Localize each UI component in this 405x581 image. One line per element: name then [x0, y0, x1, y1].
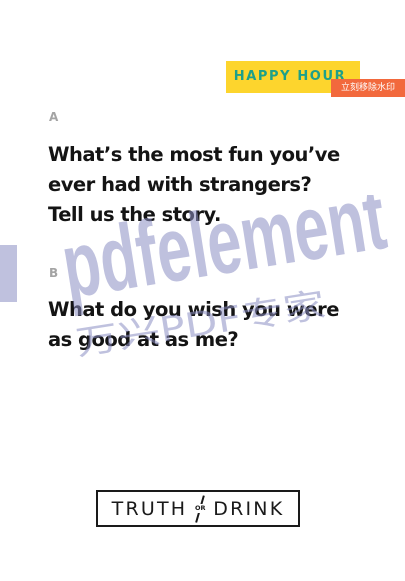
question-b-text: What do you wish you were as good at as … [48, 295, 378, 355]
category-label: HAPPY HOUR [233, 69, 347, 84]
logo-word-drink: DRINK [213, 497, 285, 520]
question-b-letter: B [49, 266, 59, 280]
logo-word-truth: TRUTH [111, 497, 188, 520]
question-a-line-1: What’s the most fun you’ve [48, 143, 340, 166]
question-a-letter: A [49, 110, 59, 124]
truth-or-drink-logo: TRUTH OR DRINK [96, 490, 300, 527]
question-b-line-1: What do you wish you were [48, 298, 339, 321]
question-a-text: What’s the most fun you’ve ever had with… [48, 140, 378, 230]
logo-or: OR [190, 503, 211, 513]
question-a-line-3: Tell us the story. [48, 203, 221, 226]
question-a-line-2: ever had with strangers? [48, 173, 312, 196]
logo-divider: OR [190, 494, 211, 524]
remove-watermark-button[interactable]: 立刻移除水印 [331, 79, 405, 97]
watermark-pillar [0, 245, 17, 302]
question-b-line-2: as good at as me? [48, 328, 239, 351]
